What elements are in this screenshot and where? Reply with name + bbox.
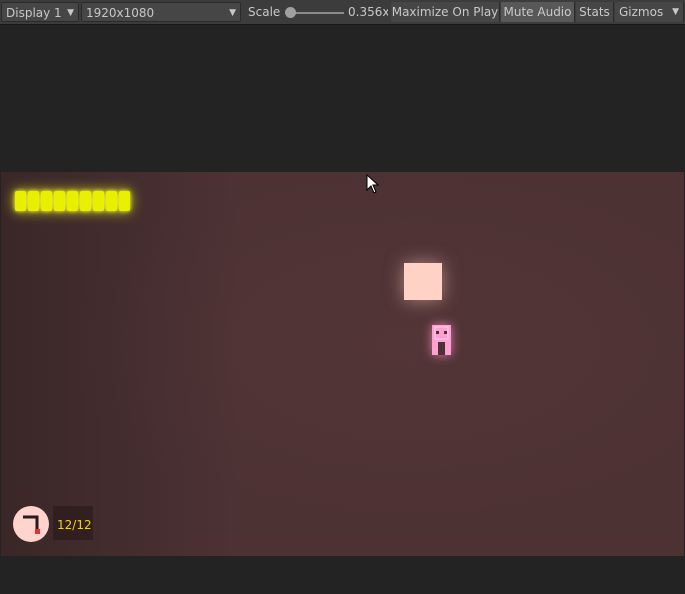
chevron-down-icon: ▼ bbox=[229, 8, 236, 18]
health-segment bbox=[41, 191, 52, 211]
display-label: Display 1 bbox=[6, 6, 62, 20]
stats-button[interactable]: Stats bbox=[576, 2, 614, 22]
scale-label: Scale bbox=[248, 5, 281, 19]
scale-slider-handle[interactable] bbox=[285, 7, 296, 18]
scale-value-text: 0.356x bbox=[348, 5, 388, 19]
gizmos-button[interactable]: Gizmos ▼ bbox=[615, 2, 684, 22]
health-segment bbox=[119, 191, 130, 211]
health-segment bbox=[93, 191, 104, 211]
mute-audio-button[interactable]: Mute Audio bbox=[501, 2, 575, 22]
corner-icon bbox=[23, 515, 40, 534]
scale-slider-track[interactable] bbox=[290, 12, 344, 14]
ammo-counter: 12/12 bbox=[57, 518, 92, 532]
mouse-cursor-icon bbox=[366, 174, 380, 194]
mute-label: Mute Audio bbox=[503, 5, 572, 19]
health-segment bbox=[28, 191, 39, 211]
stats-label: Stats bbox=[579, 5, 610, 19]
game-viewport[interactable]: 12/12 bbox=[1, 172, 684, 556]
gizmos-label: Gizmos bbox=[619, 5, 664, 19]
resolution-label: 1920x1080 bbox=[86, 6, 155, 20]
ability-icon bbox=[13, 506, 49, 542]
health-segment bbox=[106, 191, 117, 211]
resolution-dropdown[interactable]: 1920x1080 ▼ bbox=[81, 2, 241, 22]
health-segment bbox=[15, 191, 26, 211]
display-dropdown[interactable]: Display 1 ▼ bbox=[1, 2, 79, 22]
chevron-down-icon: ▼ bbox=[672, 7, 679, 17]
player-character bbox=[432, 325, 451, 355]
health-segment bbox=[67, 191, 78, 211]
health-segment bbox=[54, 191, 65, 211]
light-block bbox=[404, 263, 442, 300]
game-view-toolbar: Display 1 ▼ 1920x1080 ▼ Scale 0.356x Max… bbox=[0, 0, 685, 25]
scale-value: 0.356x bbox=[348, 2, 388, 22]
maximize-on-play-button[interactable]: Maximize On Play bbox=[391, 2, 500, 22]
chevron-down-icon: ▼ bbox=[67, 8, 74, 18]
maximize-label: Maximize On Play bbox=[391, 5, 499, 19]
health-segment bbox=[80, 191, 91, 211]
health-bar bbox=[15, 191, 130, 211]
lighting-overlay bbox=[1, 172, 684, 556]
